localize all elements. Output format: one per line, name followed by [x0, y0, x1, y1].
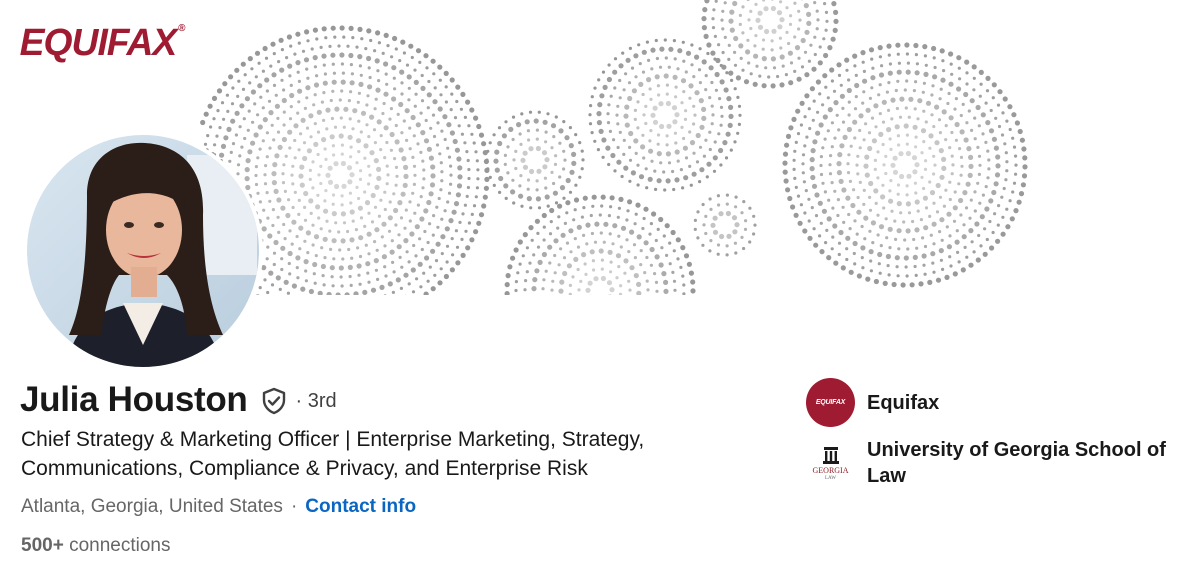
org-university-of-georgia-law[interactable]: GEORGIA LAW University of Georgia School…: [806, 437, 1167, 489]
law-logo-text: LAW: [825, 475, 836, 481]
profile-location: Atlanta, Georgia, United States: [21, 496, 283, 517]
equifax-logo-text: EQUIFAX: [815, 399, 846, 406]
org-name: Equifax: [867, 391, 940, 414]
connections-label: connections: [69, 535, 171, 556]
georgia-logo-text: GEORGIA: [812, 465, 849, 475]
separator: ·: [290, 496, 298, 517]
equifax-logo: EQUIFAX: [806, 378, 855, 427]
connection-degree: · 3rd: [295, 389, 337, 412]
contact-info-link[interactable]: Contact info: [305, 496, 416, 518]
shield-check-icon[interactable]: [260, 387, 288, 415]
registered-mark: ®: [178, 23, 185, 34]
brand-logo-text: EQUIFAX: [19, 22, 178, 64]
org-equifax[interactable]: EQUIFAX Equifax: [806, 378, 1167, 427]
avatar[interactable]: [23, 131, 263, 371]
university-of-georgia-logo: GEORGIA LAW: [806, 437, 855, 489]
name-row: Julia Houston · 3rd: [20, 380, 337, 420]
arch-icon: [822, 446, 839, 464]
connections-number: 500+: [21, 535, 64, 556]
org-name: University of Georgia School of Law: [867, 439, 1166, 487]
connections-count[interactable]: 500+ connections: [21, 535, 170, 557]
profile-photo: [27, 135, 259, 367]
profile-headline: Chief Strategy & Marketing Officer | Ent…: [21, 428, 645, 480]
location-row: Atlanta, Georgia, United States · Contac…: [21, 496, 416, 518]
brand-logo: EQUIFAX ®: [19, 22, 186, 64]
profile-name: Julia Houston: [20, 380, 248, 419]
